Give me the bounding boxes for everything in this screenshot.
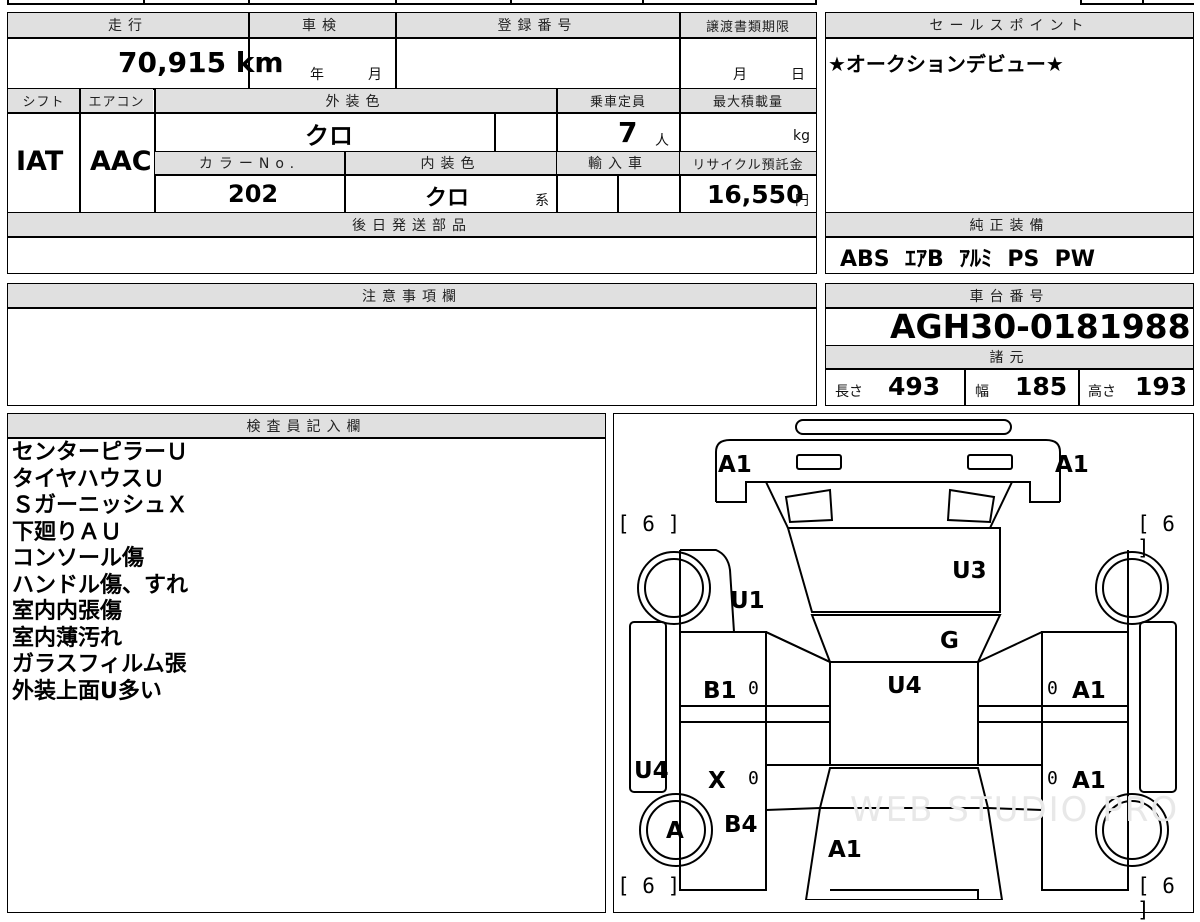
mark-hood: U3 bbox=[952, 558, 987, 584]
mark-left-front-door: B1 bbox=[703, 678, 737, 704]
watermark: WEB STUDIO PRO bbox=[850, 790, 1180, 830]
window-mark-left-front: 0 bbox=[748, 678, 759, 699]
mark-left-rear-door: X bbox=[708, 768, 726, 794]
mark-left-fender: U1 bbox=[730, 588, 765, 614]
mark-left-sill: U4 bbox=[634, 758, 669, 784]
tire-label-front-left: [ 6 ] bbox=[617, 512, 681, 536]
window-mark-right-rear: 0 bbox=[1047, 768, 1058, 789]
mark-roof: U4 bbox=[887, 673, 922, 699]
tire-label-front-right: [ 6 ] bbox=[1137, 512, 1175, 560]
mark-rear-left-wheel: A bbox=[666, 818, 684, 844]
mark-front-left: A1 bbox=[718, 452, 752, 478]
car-outline-diagram bbox=[629, 419, 1177, 900]
mark-right-front-door: A1 bbox=[1072, 678, 1106, 704]
tire-label-rear-left: [ 6 ] bbox=[617, 874, 681, 898]
tire-label-rear-right: [ 6 ] bbox=[1137, 874, 1175, 922]
mark-back-door: A1 bbox=[828, 837, 862, 863]
mark-front-right: A1 bbox=[1055, 452, 1089, 478]
mark-left-quarter: B4 bbox=[724, 812, 758, 838]
window-mark-left-rear: 0 bbox=[748, 768, 759, 789]
mark-windshield: G bbox=[940, 628, 959, 654]
mark-right-rear-door: A1 bbox=[1072, 768, 1106, 794]
window-mark-right-front: 0 bbox=[1047, 678, 1058, 699]
